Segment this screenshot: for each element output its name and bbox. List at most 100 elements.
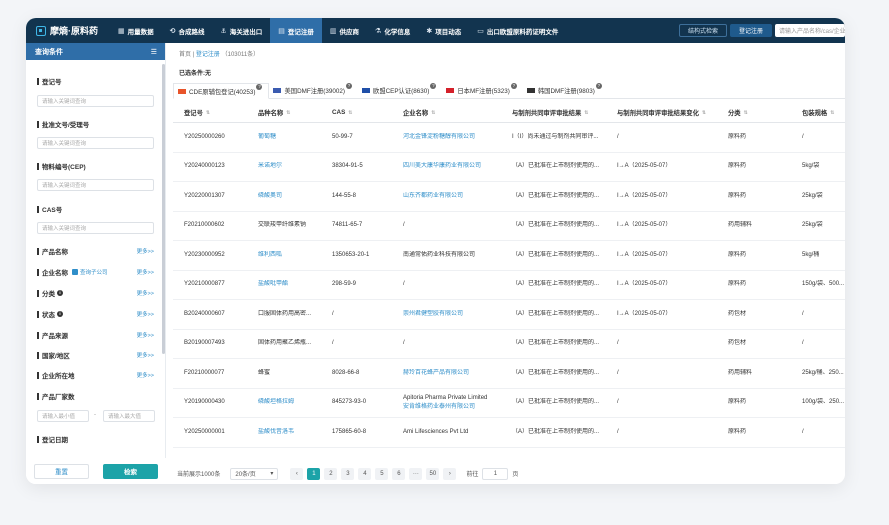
max-count-input[interactable]: 请输入最大值 [103,410,155,422]
table-cell[interactable]: 山东齐都药业有限公司 [392,192,501,201]
table-cell[interactable]: 磷酸奥司 [247,192,321,201]
info-icon[interactable]: i [57,290,63,296]
nav-item-0[interactable]: ▦ 用量数据 [110,18,162,43]
tab-2[interactable]: 欧盟CEP认证(8630)? [358,82,442,98]
table-cell: Y20220001307 [184,192,225,199]
approval-no-input[interactable]: 请输入关键词查询 [37,137,154,149]
category-more-link[interactable]: 更多>> [137,289,154,297]
column-header[interactable]: 包装规格 ⇅ [791,108,845,118]
column-header[interactable]: 分类 ⇅ [717,108,791,118]
help-icon[interactable]: ? [346,83,353,89]
table-row[interactable]: B20240000607 口服固体药用高密... / 崇州君健塑胶有限公司 （A）已批准… [173,300,845,330]
structure-search-button[interactable]: 结构式检索 [678,24,727,37]
table-cell: Y20250000260 [184,133,225,140]
table-cell[interactable]: 河北金锋淀粉糖醇有限公司 [392,133,501,142]
page-button[interactable]: 1 [307,467,321,480]
nav-item-label: 海关进出口 [229,28,263,36]
help-icon[interactable]: ? [595,83,602,89]
table-cell[interactable]: 赫玲百花蜂产品有限公司 [392,369,501,378]
prev-page-button[interactable]: ‹ [290,467,304,480]
next-page-button[interactable]: › [443,467,457,480]
register-dropdown-button[interactable]: 登记注册 [729,24,772,37]
table-row[interactable]: Y20250000001 盐酸伐昔洛韦 175865-60-8 Ami Lifesci… [173,418,845,448]
company-more-link[interactable]: 更多>> [137,268,154,276]
table-cell[interactable]: 四川美大康华康药业有限公司 [392,162,501,171]
sort-icon[interactable]: ⇅ [744,110,748,116]
location-more-link[interactable]: 更多>> [137,371,154,379]
material-no-input[interactable]: 请输入关键词查询 [37,179,154,191]
jump-page-input[interactable]: 1 [482,467,509,480]
page-size-select[interactable]: 20条/页 ▾ [230,467,279,480]
search-button[interactable]: 检索 [103,463,158,479]
reg-no-input[interactable]: 请输入关键词查询 [37,95,154,107]
source-more-link[interactable]: 更多>> [137,331,154,339]
table-row[interactable]: Y20220001307 磷酸奥司 144-55-8 山东齐都药业有限公司 （A）已批准… [173,182,845,212]
country-more-link[interactable]: 更多>> [137,351,154,359]
sort-icon[interactable]: ⇅ [286,110,290,116]
sidebar-scrollbar[interactable] [162,64,165,354]
sort-icon[interactable]: ⇅ [830,110,834,116]
help-icon[interactable]: ? [430,83,437,89]
table-cell[interactable]: 盐酸伐昔洛韦 [247,428,321,437]
reset-button[interactable]: 重置 [34,463,89,479]
table-cell[interactable]: 盐酸吡甲酯 [247,280,321,289]
column-header[interactable]: 企业名称 ⇅ [392,108,501,118]
sort-icon[interactable]: ⇅ [584,110,588,116]
tab-3[interactable]: 日本MF注册(5323)? [442,82,522,98]
tab-1[interactable]: 美国DMF注册(39002)? [269,82,358,98]
table-cell[interactable]: 崇州君健塑胶有限公司 [392,310,501,319]
table-cell[interactable]: Apitoria Pharma Private Limited 安肯维格药业泰州有… [392,394,501,412]
sort-icon[interactable]: ⇅ [348,110,352,116]
table-row[interactable]: Y20250000260 葡萄糖 50-99-7 河北金锋淀粉糖醇有限公司 I（I）尚未… [173,123,845,153]
table-row[interactable]: Y20240000123 米诺地尔 38304-91-5 四川美大康华康药业有限公司 （… [173,153,845,182]
page-button[interactable]: 6 [392,467,406,480]
brand-logo[interactable]: 摩熵·原料药 [26,24,110,37]
sort-icon[interactable]: ⇅ [702,110,706,116]
table-row[interactable]: F20210000077 蜂蜜 8028-66-8 赫玲百花蜂产品有限公司 （A）已批准… [173,359,845,389]
column-header[interactable]: 与制剂共同审评审批结果 ⇅ [501,108,606,118]
page-button[interactable]: 3 [341,467,355,480]
global-search-input[interactable]: 请输入产品名称/cas/企业名称 [775,24,845,37]
nav-icon: ⚗ [375,27,382,35]
nav-item-5[interactable]: ⚗ 化学信息 [367,18,418,43]
nav-item-3[interactable]: ▤ 登记注册 [270,18,322,43]
tab-4[interactable]: 韩国DMF注册(9803)? [523,82,608,98]
column-header[interactable]: CAS ⇅ [321,109,392,116]
column-header[interactable]: 与制剂共同审评审批结果变化 ⇅ [606,108,717,118]
nav-item-7[interactable]: ▭ 出口欧盟原料药证明文件 [469,18,566,43]
table-row[interactable]: Y20230000952 维利西呱 1350653-20-1 南通常佑药业科技有限公司… [173,241,845,271]
page-button[interactable]: 2 [324,467,338,480]
cas-input[interactable]: 请输入关键词查询 [37,222,154,234]
page-button[interactable]: 4 [358,467,372,480]
tab-0[interactable]: CDE原辅包登记(40253)? [173,83,270,99]
menu-icon[interactable]: ☰ [151,48,157,56]
subsidiary-checkbox[interactable]: 查询子公司 [72,268,108,276]
column-header[interactable]: 登记号 ⇅ [173,108,247,118]
min-count-input[interactable]: 请输入最小值 [37,410,89,422]
column-header[interactable]: 品种名称 ⇅ [247,108,321,118]
table-row[interactable]: Y20190000430 磷酸坦格拉姆 845273-93-0 Apitoria Ph… [173,389,845,418]
table-cell[interactable]: 维利西呱 [247,251,321,260]
nav-item-2[interactable]: ⚓ 海关进出口 [213,18,271,43]
info-icon[interactable]: i [57,311,63,317]
sort-icon[interactable]: ⇅ [206,110,210,116]
table-cell[interactable]: 米诺地尔 [247,162,321,171]
help-icon[interactable]: ? [510,83,517,89]
product-name-more-link[interactable]: 更多>> [137,247,154,255]
table-row[interactable]: F20210000602 交联羧甲纤维素钠 74811-65-7 / （A）已批准在上市… [173,212,845,241]
nav-item-4[interactable]: ▥ 供应商 [322,18,367,43]
table-row[interactable]: B20190007493 固体药用聚乙烯瓶... / / （A）已批准在上市制剂使用的.… [173,330,845,359]
nav-item-6[interactable]: ✱ 项目动态 [418,18,469,43]
sort-icon[interactable]: ⇅ [431,110,435,116]
table-cell[interactable]: 磷酸坦格拉姆 [247,398,321,407]
page-button[interactable]: 50 [426,467,440,480]
status-more-link[interactable]: 更多>> [137,310,154,318]
table-row[interactable]: Y20210000877 盐酸吡甲酯 298-59-9 / （A）已批准在上市制剂使用的… [173,271,845,300]
company-name-line[interactable]: 安肯维格药业泰州有限公司 [403,403,501,412]
page-button[interactable]: ··· [409,467,423,480]
table-cell[interactable]: 葡萄糖 [247,133,321,142]
nav-item-1[interactable]: ⟲ 合成路线 [162,18,213,43]
page-button[interactable]: 5 [375,467,389,480]
help-icon[interactable]: ? [256,84,263,90]
breadcrumb-home[interactable]: 首页 [179,52,191,58]
